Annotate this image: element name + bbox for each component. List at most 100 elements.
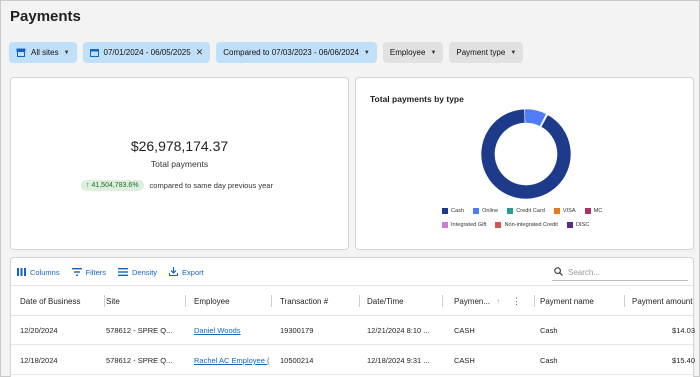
search-placeholder: Search... — [568, 267, 601, 277]
legend-label: MC — [593, 208, 603, 214]
chevron-down-icon: ▼ — [510, 49, 517, 56]
cell-date: 12/20/2024 — [20, 326, 58, 335]
cell-payment-amount: $15.40 — [672, 356, 695, 365]
header-label: Payment amount — [632, 297, 693, 306]
legend-item[interactable]: Online — [473, 208, 498, 214]
cell-site: 578612 - SPRE Q... — [106, 326, 173, 335]
density-icon — [118, 267, 129, 278]
payments-by-type-card: Total payments by type Cash Online Credit … — [355, 77, 694, 250]
legend-label: Credit Card — [516, 208, 545, 214]
employee-filter[interactable]: Employee ▼ — [382, 42, 444, 63]
sites-filter-label: All sites — [31, 48, 59, 57]
legend-item[interactable]: Non-integrated Credit — [495, 222, 558, 228]
chevron-down-icon: ▼ — [430, 49, 437, 56]
cell-payment-type: CASH — [454, 356, 475, 365]
legend-row: Cash Online Credit Card VISA MC — [442, 208, 682, 214]
store-icon — [16, 48, 26, 57]
legend-item[interactable]: Cash — [442, 208, 464, 214]
chart-title: Total payments by type — [370, 94, 464, 104]
legend-label: Online — [482, 208, 499, 214]
columns-button[interactable]: Columns — [17, 267, 60, 278]
date-range-label: 07/01/2024 - 06/05/2025 — [103, 48, 191, 57]
legend-label: Non-integrated Credit — [504, 222, 558, 228]
cell-payment-name: Cash — [540, 356, 558, 365]
filters-label: Filters — [85, 268, 107, 277]
cell-site: 578612 - SPRE Q... — [106, 356, 173, 365]
column-header-date-time[interactable]: Date/Time — [367, 286, 443, 317]
payment-type-filter[interactable]: Payment type ▼ — [449, 42, 524, 63]
export-button[interactable]: Export — [169, 267, 204, 278]
legend-swatch — [442, 208, 448, 214]
filter-icon — [71, 267, 82, 278]
search-icon — [554, 266, 563, 278]
columns-label: Columns — [30, 268, 60, 277]
cell-employee: Daniel Woods — [194, 316, 274, 345]
legend-label: DISC — [575, 222, 590, 228]
column-header-transaction[interactable]: Transaction # — [280, 286, 360, 317]
compare-filter-label: Compared to 07/03/2023 - 06/06/2024 — [223, 48, 359, 57]
columns-icon — [17, 267, 26, 278]
cell-transaction: 10500214 — [280, 356, 314, 365]
page-title: Payments — [10, 8, 81, 25]
legend-row: Integrated Gift Non-integrated Credit DISC — [442, 222, 682, 228]
export-label: Export — [182, 268, 204, 277]
column-header-site[interactable]: Site — [106, 286, 186, 317]
legend-label: Integrated Gift — [451, 222, 487, 228]
cell-employee: Rachel AC Employee ( — [194, 346, 276, 375]
legend-item[interactable]: Credit Card — [507, 208, 545, 214]
sites-filter[interactable]: All sites ▼ — [9, 42, 77, 63]
close-icon[interactable]: ✕ — [196, 47, 204, 58]
legend-label: Cash — [451, 208, 465, 214]
download-icon — [169, 267, 179, 278]
payments-table-card: Columns Filters Density Export Search...… — [10, 257, 695, 377]
column-header-payment-amount[interactable]: Payment amount — [632, 286, 695, 317]
cell-transaction: 19300179 — [280, 326, 314, 335]
header-label: Employee — [194, 297, 230, 306]
legend-item[interactable]: VISA — [553, 208, 576, 214]
header-label: Transaction # — [280, 297, 329, 306]
table-row[interactable]: 12/18/2024 578612 - SPRE Q... Rachel AC … — [11, 346, 695, 375]
density-button[interactable]: Density — [118, 267, 157, 278]
legend-swatch — [507, 208, 514, 214]
header-label: Paymen... — [454, 297, 491, 306]
legend-swatch — [553, 208, 560, 214]
search-input[interactable]: Search... — [552, 264, 688, 281]
calendar-icon — [89, 48, 99, 57]
column-header-date-of-business[interactable]: Date of Business — [20, 286, 105, 317]
column-header-payment-type[interactable]: Paymen... ↑ ⋮ — [454, 286, 535, 317]
comparison-text: compared to same day previous year — [149, 181, 273, 190]
legend-swatch — [584, 208, 591, 214]
column-menu-icon[interactable]: ⋮ — [512, 296, 521, 307]
cell-datetime: 12/18/2024 9:31 ... — [367, 356, 430, 365]
change-badge: ↑ 41,504,783.6% — [81, 180, 144, 191]
payment-type-filter-label: Payment type — [456, 48, 506, 57]
sort-arrow-icon[interactable]: ↑ — [496, 297, 500, 306]
header-label: Payment name — [540, 297, 594, 306]
comparison-row: ↑ 41,504,783.6% compared to same day pre… — [81, 180, 273, 191]
compare-filter[interactable]: Compared to 07/03/2023 - 06/06/2024 ▼ — [216, 42, 377, 63]
page-frame: Payments All sites ▼ 07/01/2024 - 06/05/… — [0, 0, 700, 377]
table-row[interactable]: 12/20/2024 578612 - SPRE Q... Daniel Woo… — [11, 316, 695, 345]
employee-link[interactable]: Daniel Woods — [194, 326, 241, 335]
chevron-down-icon: ▼ — [63, 49, 70, 56]
header-label: Site — [106, 297, 120, 306]
legend-item[interactable]: MC — [584, 208, 603, 214]
total-payments-card: $26,978,174.37 Total payments ↑ 41,504,7… — [10, 77, 349, 250]
column-header-payment-name[interactable]: Payment name — [540, 286, 625, 317]
employee-link[interactable]: Rachel AC Employee ( — [194, 356, 269, 365]
column-header-employee[interactable]: Employee — [194, 286, 272, 317]
cell-date: 12/18/2024 — [20, 356, 58, 365]
filters-button[interactable]: Filters — [71, 267, 107, 278]
table-header: Date of Business Site Employee Transacti… — [11, 285, 693, 316]
cell-payment-type: CASH — [454, 326, 475, 335]
header-label: Date of Business — [20, 297, 81, 306]
legend-swatch — [473, 208, 480, 214]
legend-swatch — [566, 222, 573, 228]
header-label: Date/Time — [367, 297, 404, 306]
legend-item[interactable]: DISC — [566, 222, 590, 228]
employee-filter-label: Employee — [389, 48, 426, 57]
cell-payment-name: Cash — [540, 326, 558, 335]
date-range-filter[interactable]: 07/01/2024 - 06/05/2025 ✕ — [82, 42, 211, 63]
legend-item[interactable]: Integrated Gift — [442, 222, 486, 228]
donut-chart — [480, 108, 572, 200]
